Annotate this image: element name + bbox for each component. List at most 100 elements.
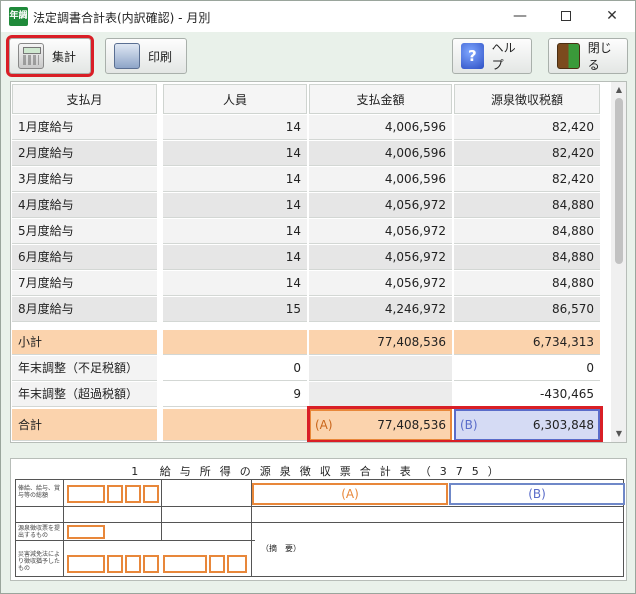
print-button-label: 印刷	[148, 49, 173, 64]
form-box-b: (B)	[449, 483, 625, 505]
total-button[interactable]: 集計	[6, 35, 94, 77]
window: 年調 法定調書合計表(内訳確認) - 月別 — ✕ 集計 印刷 ? ヘルプ 閉じ…	[0, 0, 636, 594]
scroll-down-icon[interactable]: ▼	[611, 426, 626, 442]
tax-cell: 82,420	[454, 167, 600, 192]
month-cell: 8月度給与	[12, 297, 157, 322]
minimize-button[interactable]: —	[497, 1, 543, 32]
paid-cell: 4,246,972	[309, 297, 452, 322]
paid-cell: 4,006,596	[309, 115, 452, 140]
form-people-box	[143, 485, 159, 503]
maximize-button[interactable]	[543, 1, 589, 32]
scroll-thumb[interactable]	[615, 98, 623, 264]
people-cell: 14	[163, 115, 307, 140]
form-disaster-box	[209, 555, 225, 573]
people-cell: 14	[163, 141, 307, 166]
scroll-up-icon[interactable]: ▲	[611, 82, 626, 98]
table-row[interactable]: 5月度給与 14 4,056,972 84,880	[11, 219, 611, 245]
header-withholding-tax[interactable]: 源泉徴収税額	[454, 84, 600, 114]
people-cell: 14	[163, 245, 307, 270]
total-button-label: 集計	[52, 49, 77, 64]
calculator-icon	[18, 43, 44, 69]
monthly-breakdown-grid: 支払月 人員 支払金額 源泉徴収税額 1月度給与 14 4,006,596 82…	[10, 81, 627, 443]
close-button-label: 閉じる	[587, 41, 612, 72]
form-disaster-box	[227, 555, 247, 573]
table-row[interactable]: 4月度給与 14 4,056,972 84,880	[11, 193, 611, 219]
paid-cell: 4,056,972	[309, 219, 452, 244]
close-button[interactable]: 閉じる	[548, 38, 628, 74]
month-cell: 1月度給与	[12, 115, 157, 140]
subtotal-paid: 77,408,536	[309, 330, 452, 355]
adjust-over-people: 9	[163, 382, 307, 407]
paid-cell: 4,056,972	[309, 245, 452, 270]
header-month[interactable]: 支払月	[12, 84, 157, 114]
total-people	[163, 409, 307, 441]
adjust-short-label: 年末調整（不足税額）	[12, 356, 157, 381]
form-disaster-box	[67, 555, 105, 573]
title-bar: 年調 法定調書合計表(内訳確認) - 月別 — ✕	[1, 1, 635, 32]
vertical-scrollbar[interactable]: ▲ ▼	[611, 82, 626, 442]
help-button-label: ヘルプ	[491, 41, 516, 72]
adjust-short-row: 年末調整（不足税額） 0 0	[11, 356, 611, 382]
month-cell: 7月度給与	[12, 271, 157, 296]
table-row[interactable]: 1月度給与 14 4,006,596 82,420	[11, 115, 611, 141]
printer-icon	[114, 43, 140, 69]
tax-cell: 84,880	[454, 245, 600, 270]
table-row[interactable]: 8月度給与 15 4,246,972 86,570	[11, 297, 611, 323]
subtotal-tax: 6,734,313	[454, 330, 600, 355]
form-preview: 1 給与所得の源泉徴収票合計表（375） 俸給、給与、賞与等の総額 源泉徴収票を…	[10, 458, 627, 581]
total-label: 合計	[12, 409, 157, 441]
adjust-short-paid	[309, 356, 452, 381]
paid-cell: 4,056,972	[309, 193, 452, 218]
tax-cell: 84,880	[454, 219, 600, 244]
exit-door-icon	[557, 43, 580, 69]
tax-cell: 82,420	[454, 141, 600, 166]
tax-cell: 82,420	[454, 115, 600, 140]
toolbar: 集計 印刷 ? ヘルプ 閉じる	[1, 32, 635, 80]
form-title: 1 給与所得の源泉徴収票合計表（375）	[131, 465, 508, 478]
adjust-over-tax: -430,465	[454, 382, 600, 407]
subtotal-row: 小計 77,408,536 6,734,313	[11, 330, 611, 356]
window-title: 法定調書合計表(内訳確認) - 月別	[33, 11, 211, 25]
table-row[interactable]: 6月度給与 14 4,056,972 84,880	[11, 245, 611, 271]
adjust-over-paid	[309, 382, 452, 407]
month-cell: 6月度給与	[12, 245, 157, 270]
app-icon: 年調	[9, 7, 28, 26]
form-people-box	[107, 485, 123, 503]
people-cell: 14	[163, 167, 307, 192]
table-row[interactable]: 2月度給与 14 4,006,596 82,420	[11, 141, 611, 167]
subtotal-label: 小計	[12, 330, 157, 355]
form-label-submit: 源泉徴収票を提出するもの	[18, 525, 61, 539]
month-cell: 4月度給与	[12, 193, 157, 218]
header-people[interactable]: 人員	[163, 84, 307, 114]
subtotal-people	[163, 330, 307, 355]
help-button[interactable]: ? ヘルプ	[452, 38, 532, 74]
people-cell: 14	[163, 219, 307, 244]
print-button[interactable]: 印刷	[105, 38, 187, 74]
form-disaster-box	[143, 555, 159, 573]
form-people-box	[125, 485, 141, 503]
header-paid-amount[interactable]: 支払金額	[309, 84, 452, 114]
form-disaster-box	[107, 555, 123, 573]
form-label-disaster: 災害減免法により徴収猶予したもの	[18, 551, 61, 572]
paid-cell: 4,006,596	[309, 141, 452, 166]
paid-cell: 4,056,972	[309, 271, 452, 296]
form-label-total: 俸給、給与、賞与等の総額	[18, 485, 61, 499]
adjust-over-row: 年末調整（超過税額） 9 -430,465	[11, 382, 611, 408]
total-highlight-box	[307, 406, 603, 442]
month-cell: 2月度給与	[12, 141, 157, 166]
table-row[interactable]: 7月度給与 14 4,056,972 84,880	[11, 271, 611, 297]
adjust-short-people: 0	[163, 356, 307, 381]
form-submit-box	[67, 525, 105, 539]
tax-cell: 86,570	[454, 297, 600, 322]
help-icon: ?	[461, 43, 484, 69]
adjust-over-label: 年末調整（超過税額）	[12, 382, 157, 407]
form-box-a: (A)	[252, 483, 448, 505]
form-disaster-box	[163, 555, 207, 573]
close-window-button[interactable]: ✕	[589, 1, 635, 32]
form-disaster-box	[125, 555, 141, 573]
people-cell: 14	[163, 193, 307, 218]
table-row[interactable]: 3月度給与 14 4,006,596 82,420	[11, 167, 611, 193]
adjust-short-tax: 0	[454, 356, 600, 381]
form-people-box	[67, 485, 105, 503]
tax-cell: 84,880	[454, 193, 600, 218]
